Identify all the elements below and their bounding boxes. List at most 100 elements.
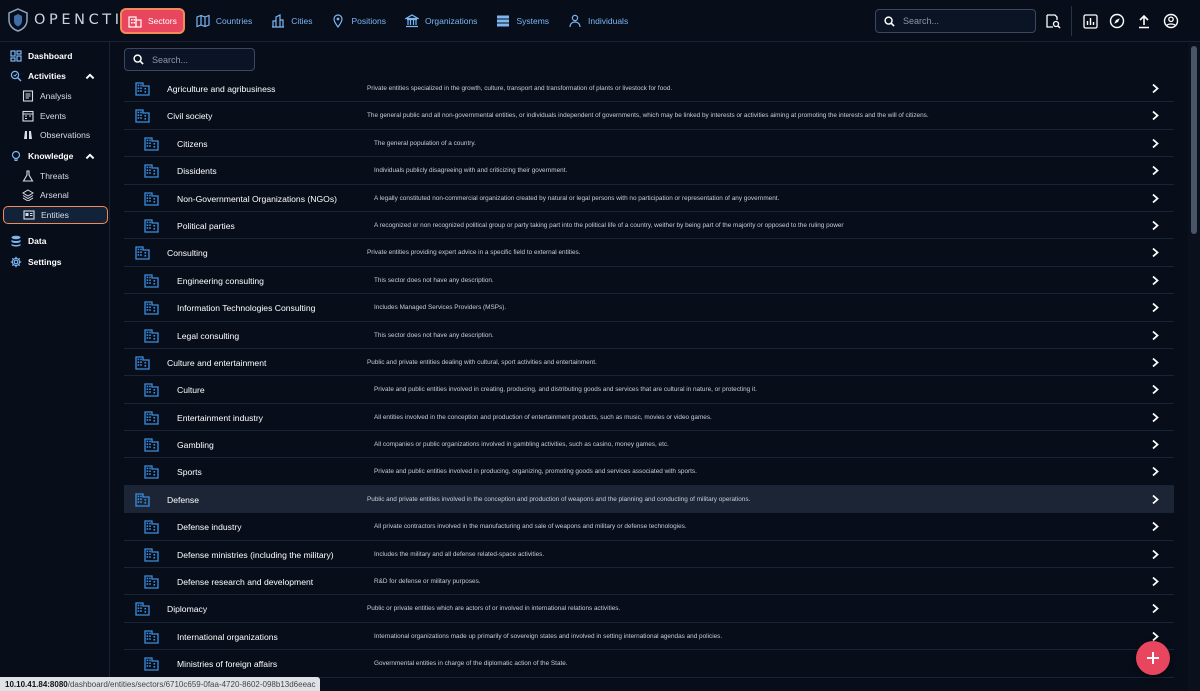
- tab-individuals[interactable]: Individuals: [562, 10, 634, 32]
- tab-cities[interactable]: Cities: [265, 10, 318, 32]
- sector-row[interactable]: Engineering consulting This sector does …: [124, 267, 1174, 295]
- sector-row[interactable]: Sports Private and public entities invol…: [124, 458, 1174, 486]
- chevron-right-icon[interactable]: [1150, 603, 1160, 614]
- sector-row[interactable]: Information Technologies Consulting Incl…: [124, 294, 1174, 322]
- sector-row[interactable]: Dissidents Individuals publicly disagree…: [124, 157, 1174, 185]
- sector-search-input[interactable]: [152, 54, 247, 65]
- global-search-input[interactable]: [903, 16, 1023, 26]
- entity-type-tabs: Sectors Countries Cities Positions Organ…: [122, 10, 641, 32]
- sector-row[interactable]: Agriculture and agribusiness Private ent…: [124, 75, 1174, 103]
- sector-description: All private contractors involved in the …: [374, 523, 687, 531]
- chevron-right-icon[interactable]: [1150, 576, 1160, 587]
- tab-systems[interactable]: Systems: [490, 10, 555, 32]
- sidebar-item-threats[interactable]: Threats: [22, 167, 106, 185]
- sector-row[interactable]: Civil society The general public and all…: [124, 102, 1174, 130]
- import-button[interactable]: [1135, 12, 1153, 30]
- chevron-right-icon[interactable]: [1150, 302, 1160, 313]
- entities-icon: [23, 210, 35, 220]
- sector-row[interactable]: Culture Private and public entities invo…: [124, 376, 1174, 404]
- tab-countries[interactable]: Countries: [190, 10, 258, 32]
- chevron-right-icon[interactable]: [1150, 494, 1160, 505]
- tab-positions[interactable]: Positions: [325, 10, 392, 32]
- chevron-up-icon[interactable]: [84, 150, 96, 162]
- chevron-right-icon[interactable]: [1150, 466, 1160, 477]
- chevron-right-icon[interactable]: [1150, 138, 1160, 149]
- chevron-right-icon[interactable]: [1150, 83, 1160, 94]
- sidebar-item-entities[interactable]: Entities: [3, 206, 108, 224]
- domain-building-icon: [135, 82, 150, 96]
- sidebar-item-data[interactable]: Data: [10, 232, 118, 250]
- sidebar-item-knowledge[interactable]: Knowledge: [10, 147, 118, 165]
- domain-building-icon: [144, 191, 159, 206]
- create-sector-button[interactable]: [1136, 641, 1170, 675]
- chevron-right-icon[interactable]: [1150, 330, 1160, 341]
- chevron-right-icon[interactable]: [1150, 412, 1160, 423]
- sidebar-item-analysis[interactable]: Analysis: [22, 87, 106, 105]
- sector-search[interactable]: [124, 48, 255, 71]
- sidebar-item-events[interactable]: Events: [22, 107, 106, 125]
- sector-description: A recognized or non recognized political…: [374, 221, 844, 229]
- sector-description: Public and private entities dealing with…: [367, 358, 597, 366]
- sector-row[interactable]: Non-Governmental Organizations (NGOs) A …: [124, 185, 1174, 212]
- scrollbar-thumb[interactable]: [1191, 46, 1197, 234]
- search-document-button[interactable]: [1044, 12, 1062, 30]
- upload-icon: [1139, 14, 1149, 28]
- sector-row[interactable]: Ministries of foreign affairs Government…: [124, 650, 1174, 678]
- sector-row[interactable]: Defense ministries (including the milita…: [124, 541, 1174, 569]
- account-button[interactable]: [1162, 12, 1180, 30]
- sector-row[interactable]: Culture and entertainment Public and pri…: [124, 349, 1174, 377]
- sector-row[interactable]: Gambling All companies or public organiz…: [124, 431, 1174, 459]
- sector-row[interactable]: Diplomacy Public or private entities whi…: [124, 595, 1174, 623]
- tab-label: Individuals: [588, 16, 629, 26]
- sidebar-item-observations[interactable]: Observations: [22, 126, 106, 144]
- sector-row[interactable]: Citizens The general population of a cou…: [124, 130, 1174, 158]
- sector-row[interactable]: Legal consulting This sector does not ha…: [124, 322, 1174, 349]
- global-search[interactable]: [875, 9, 1036, 33]
- domain-building-icon: [144, 383, 159, 397]
- chevron-right-icon[interactable]: [1150, 384, 1160, 395]
- domain-building-icon: [135, 356, 150, 370]
- sector-description: Includes Managed Services Providers (MSP…: [374, 304, 507, 312]
- sector-row[interactable]: Defense Public and private entities invo…: [124, 485, 1174, 514]
- explore-button[interactable]: [1108, 12, 1126, 30]
- chevron-right-icon[interactable]: [1150, 357, 1160, 368]
- sector-name: Consulting: [167, 248, 208, 259]
- sector-row[interactable]: Political parties A recognized or non re…: [124, 212, 1174, 240]
- chevron-right-icon[interactable]: [1150, 110, 1160, 121]
- sector-row[interactable]: Consulting Private entities providing ex…: [124, 239, 1174, 267]
- sidebar-item-label: Threats: [40, 171, 69, 181]
- chevron-right-icon[interactable]: [1150, 193, 1160, 204]
- sector-description: Governmental entities in charge of the d…: [374, 660, 568, 668]
- chevron-up-icon[interactable]: [84, 70, 96, 82]
- chevron-right-icon[interactable]: [1150, 220, 1160, 231]
- app-logo[interactable]: OPENCTI: [8, 8, 123, 32]
- sector-row[interactable]: Defense research and development R&D for…: [124, 568, 1174, 596]
- sector-name: Defense ministries (including the milita…: [177, 549, 334, 560]
- sector-name: Culture: [177, 385, 205, 396]
- sidebar-item-label: Data: [28, 236, 47, 246]
- dashboard-button[interactable]: [1081, 12, 1099, 30]
- status-path: /dashboard/entities/sectors/6710c659-0fa…: [67, 679, 316, 689]
- dashboard-grid-icon: [10, 50, 22, 62]
- sector-row[interactable]: Defense industry All private contractors…: [124, 513, 1174, 541]
- chevron-right-icon[interactable]: [1150, 439, 1160, 450]
- domain-building-icon: [144, 328, 159, 343]
- toolbar-divider: [1071, 6, 1072, 36]
- chevron-right-icon[interactable]: [1150, 247, 1160, 258]
- tab-sectors[interactable]: Sectors: [122, 10, 183, 32]
- sidebar-item-settings[interactable]: Settings: [10, 253, 118, 271]
- sidebar-item-dashboard[interactable]: Dashboard: [10, 47, 118, 65]
- chevron-right-icon[interactable]: [1150, 165, 1160, 176]
- sector-name: Gambling: [177, 440, 214, 451]
- sector-row[interactable]: Entertainment industry All entities invo…: [124, 404, 1174, 432]
- tab-label: Organizations: [424, 16, 478, 26]
- person-icon: [569, 14, 581, 28]
- sector-description: R&D for defense or military purposes.: [374, 578, 481, 586]
- chevron-right-icon[interactable]: [1150, 549, 1160, 560]
- sidebar-item-arsenal[interactable]: Arsenal: [22, 186, 106, 204]
- sector-row[interactable]: International organizations Internationa…: [124, 623, 1174, 651]
- chevron-right-icon[interactable]: [1150, 521, 1160, 532]
- sidebar-item-activities[interactable]: Activities: [10, 67, 118, 85]
- tab-organizations[interactable]: Organizations: [399, 10, 483, 32]
- chevron-right-icon[interactable]: [1150, 275, 1160, 286]
